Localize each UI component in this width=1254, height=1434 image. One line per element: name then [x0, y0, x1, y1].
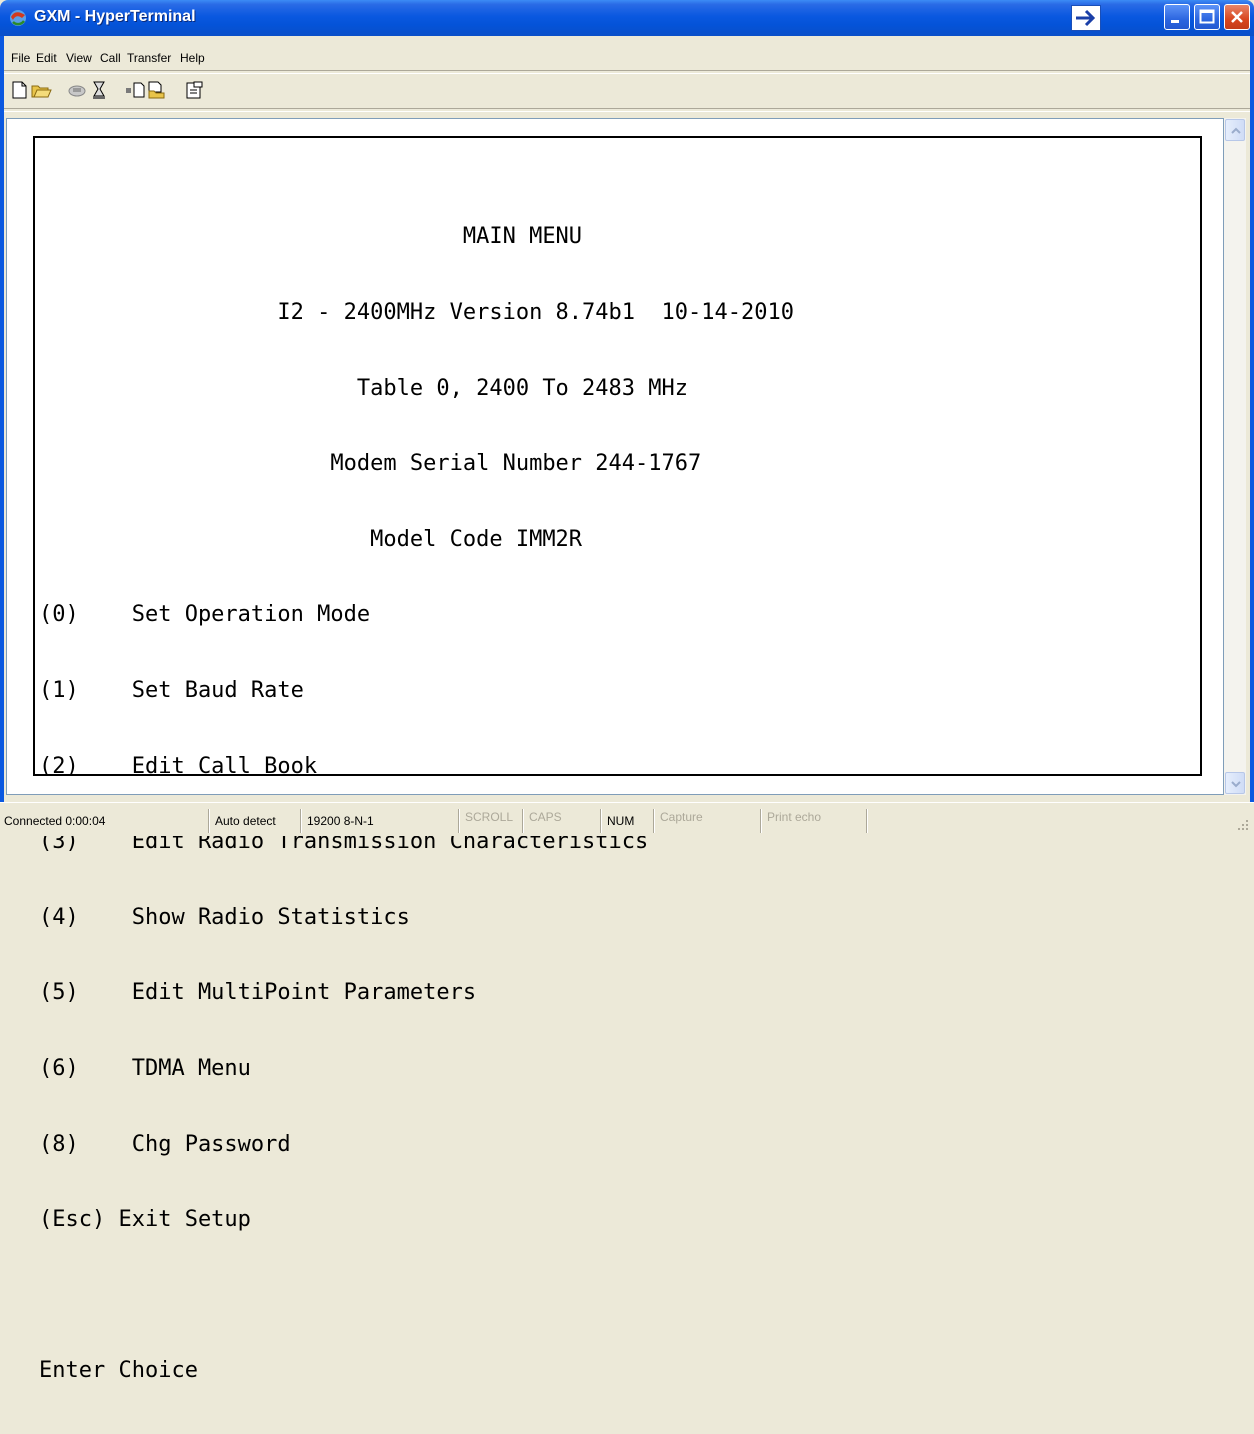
hyperterminal-app-icon: [8, 8, 28, 28]
vertical-scrollbar[interactable]: [1224, 118, 1246, 795]
window-frame-left: [0, 36, 4, 835]
terminal-line: (Esc) Exit Setup: [39, 1207, 251, 1233]
menu-help[interactable]: Help: [180, 48, 205, 68]
terminal-line: (4) Show Radio Statistics: [39, 904, 410, 930]
close-button[interactable]: [1224, 4, 1250, 30]
call-icon[interactable]: [88, 80, 110, 100]
terminal-line: (1) Set Baud Rate: [39, 677, 304, 703]
window-frame-right: [1250, 36, 1254, 835]
terminal-line: Model Code IMM2R: [39, 526, 583, 552]
status-caps: CAPS: [522, 809, 570, 833]
menu-view[interactable]: View: [66, 48, 92, 68]
properties-icon[interactable]: [184, 80, 206, 100]
menu-separator: [4, 70, 1250, 74]
terminal-line: I2 - 2400MHz Version 8.74b1 10-14-2010: [39, 300, 794, 325]
toolbar-separator: [4, 108, 1250, 112]
status-settings: 19200 8-N-1: [300, 809, 392, 833]
terminal-line: Table 0, 2400 To 2483 MHz: [39, 375, 689, 401]
terminal-line: (0) Set Operation Mode: [39, 602, 371, 628]
terminal-line: (5) Edit MultiPoint Parameters: [39, 980, 477, 1006]
status-connected: Connected 0:00:04: [4, 814, 106, 828]
status-capture: Capture: [653, 809, 711, 833]
title-bar[interactable]: GXM - HyperTerminal: [0, 0, 1254, 36]
menu-call[interactable]: Call: [100, 48, 121, 68]
receive-icon[interactable]: [146, 80, 168, 100]
maximize-button[interactable]: [1194, 4, 1220, 30]
arrow-right-icon[interactable]: [1071, 5, 1101, 31]
status-bar: Connected 0:00:04 Auto detect 19200 8-N-…: [0, 802, 1254, 836]
open-icon[interactable]: [30, 80, 52, 100]
menu-transfer[interactable]: Transfer: [127, 48, 171, 68]
disconnect-icon[interactable]: [66, 80, 88, 100]
terminal-line: (6) TDMA Menu: [39, 1055, 251, 1081]
status-scroll: SCROLL: [458, 809, 520, 833]
minimize-button[interactable]: [1164, 4, 1190, 30]
terminal-line: (2) Edit Call Book: [39, 753, 318, 779]
new-icon[interactable]: [10, 80, 32, 100]
terminal-line: Enter Choice: [39, 1358, 198, 1384]
terminal-line: (8) Chg Password: [39, 1131, 291, 1157]
send-icon[interactable]: [124, 80, 146, 100]
terminal-screen[interactable]: MAIN MENU I2 - 2400MHz Version 8.74b1 10…: [33, 136, 1202, 1383]
resize-grip-icon[interactable]: [1236, 818, 1250, 832]
terminal-line: MAIN MENU: [39, 224, 583, 250]
status-print-echo: Print echo: [760, 809, 840, 833]
scroll-up-button[interactable]: [1225, 119, 1245, 141]
status-num: NUM: [600, 809, 646, 833]
menu-edit[interactable]: Edit: [36, 48, 57, 68]
status-empty-panel: [866, 809, 1250, 833]
menu-file[interactable]: File: [11, 48, 30, 68]
window-title: GXM - HyperTerminal: [34, 8, 196, 25]
status-detect: Auto detect: [208, 809, 296, 833]
terminal-line: Modem Serial Number 244-1767: [39, 451, 702, 477]
scroll-down-button[interactable]: [1225, 772, 1245, 794]
